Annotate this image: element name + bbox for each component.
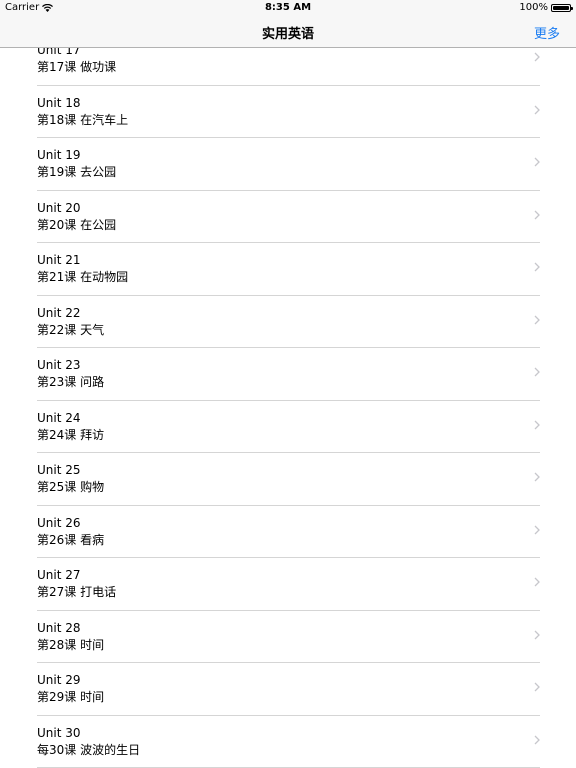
chevron-right-icon xyxy=(534,735,540,744)
battery-percent: 100% xyxy=(519,2,548,13)
list-item[interactable]: Unit 24 第24课 拜访 xyxy=(0,401,576,453)
lesson-subtitle: 第17课 做功课 xyxy=(37,60,117,74)
chevron-right-icon xyxy=(534,315,540,324)
lesson-subtitle: 第20课 在公园 xyxy=(37,217,117,232)
chevron-right-icon xyxy=(534,525,540,534)
list-item[interactable]: Unit 23 第23课 问路 xyxy=(0,348,576,401)
lesson-subtitle: 第26课 看病 xyxy=(37,532,105,547)
chevron-right-icon xyxy=(534,105,540,114)
lesson-subtitle: 第29课 时间 xyxy=(37,690,105,704)
lesson-unit-title: Unit 22 xyxy=(37,305,81,320)
lesson-unit-title: Unit 19 xyxy=(37,148,81,162)
battery-indicator: 100% xyxy=(519,2,573,13)
chevron-right-icon xyxy=(534,210,540,219)
lesson-unit-title: Unit 27 xyxy=(37,568,81,582)
lesson-subtitle: 第18课 在汽车上 xyxy=(37,112,129,127)
lesson-unit-title: Unit 21 xyxy=(37,253,81,267)
list-item[interactable]: Unit 18 第18课 在汽车上 xyxy=(0,86,576,138)
list-item[interactable]: Unit 17 第17课 做功课 xyxy=(0,48,576,86)
lesson-subtitle: 第27课 打电话 xyxy=(37,585,117,599)
list-item[interactable]: Unit 29 第29课 时间 xyxy=(0,663,576,716)
list-item[interactable]: Unit 22 第22课 天气 xyxy=(0,296,576,348)
lesson-subtitle: 第23课 问路 xyxy=(37,375,105,389)
chevron-right-icon xyxy=(534,420,540,429)
lesson-subtitle: 每30课 波波的生日 xyxy=(37,742,141,757)
lesson-unit-title: Unit 17 xyxy=(37,48,81,57)
chevron-right-icon xyxy=(534,52,540,62)
page-title: 实用英语 xyxy=(261,27,314,42)
list-item[interactable]: Unit 26 第26课 看病 xyxy=(0,506,576,558)
status-time: 8:35 AM xyxy=(264,2,312,13)
lesson-unit-title: Unit 24 xyxy=(37,410,81,425)
lesson-unit-title: Unit 20 xyxy=(37,200,81,215)
lesson-unit-title: Unit 28 xyxy=(37,620,81,635)
navigation-bar: 实用英语 更多 xyxy=(0,16,576,48)
list-item[interactable]: Unit 27 第27课 打电话 xyxy=(0,558,576,611)
lesson-unit-title: Unit 30 xyxy=(37,725,81,740)
lesson-subtitle: 第21课 在动物园 xyxy=(37,270,129,284)
lesson-subtitle: 第22课 天气 xyxy=(37,322,105,337)
list-item[interactable]: Unit 30 每30课 波波的生日 xyxy=(0,716,576,768)
lesson-list[interactable]: Unit 17 第17课 做功课 Unit 18 第18课 在汽车上 Unit 19 第1… xyxy=(0,48,576,768)
chevron-right-icon xyxy=(534,262,540,272)
battery-icon xyxy=(551,3,573,12)
chevron-right-icon xyxy=(534,367,540,377)
list-item[interactable]: Unit 19 第19课 去公园 xyxy=(0,138,576,191)
lesson-subtitle: 第28课 时间 xyxy=(37,637,105,652)
lesson-unit-title: Unit 23 xyxy=(37,358,81,372)
chevron-right-icon xyxy=(534,472,540,482)
list-item[interactable]: Unit 25 第25课 购物 xyxy=(0,453,576,506)
list-item[interactable]: Unit 28 第28课 时间 xyxy=(0,611,576,663)
lesson-unit-title: Unit 18 xyxy=(37,95,81,110)
chevron-right-icon xyxy=(534,630,540,639)
more-button[interactable]: 更多 xyxy=(534,23,560,42)
lesson-subtitle: 第25课 购物 xyxy=(37,480,105,494)
lesson-unit-title: Unit 25 xyxy=(37,463,81,477)
list-item[interactable]: Unit 20 第20课 在公园 xyxy=(0,191,576,243)
lesson-subtitle: 第19课 去公园 xyxy=(37,165,117,179)
lesson-list-content: Unit 17 第17课 做功课 Unit 18 第18课 在汽车上 Unit 19 第1… xyxy=(0,48,576,768)
status-bar: Carrier 8:35 AM 100% xyxy=(0,0,576,16)
chevron-right-icon xyxy=(534,682,540,692)
chevron-right-icon xyxy=(534,157,540,167)
lesson-unit-title: Unit 29 xyxy=(37,673,81,687)
lesson-unit-title: Unit 26 xyxy=(37,515,81,530)
lesson-subtitle: 第24课 拜访 xyxy=(37,427,105,442)
chevron-right-icon xyxy=(534,577,540,587)
list-item[interactable]: Unit 21 第21课 在动物园 xyxy=(0,243,576,296)
